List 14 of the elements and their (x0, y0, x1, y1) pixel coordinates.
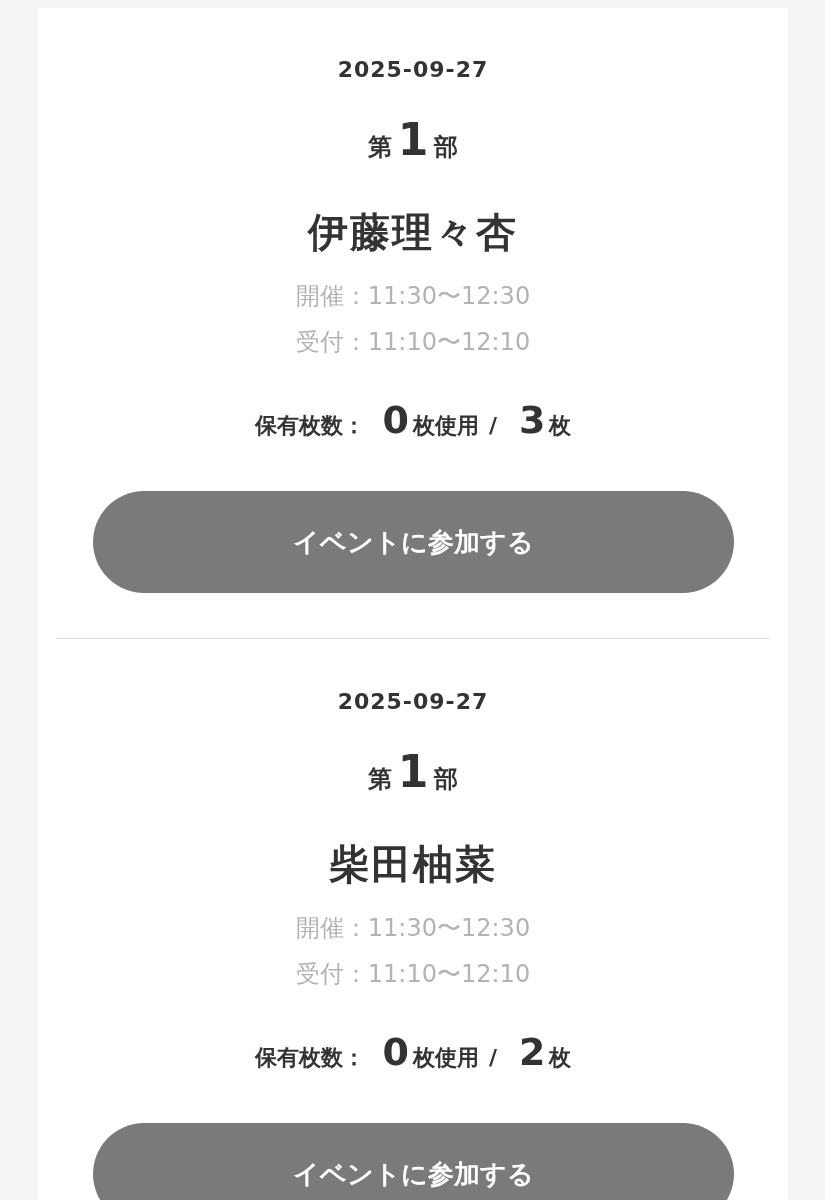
event-time: 開催：11:30〜12:30 (295, 281, 531, 312)
reception-time: 受付：11:10〜12:10 (295, 959, 531, 990)
session-part: 第 1 部 (367, 747, 459, 799)
event-date: 2025-09-27 (337, 56, 489, 84)
event-date: 2025-09-27 (337, 688, 489, 716)
ticket-count: 保有枚数： 0 枚使用 / 3 枚 (254, 397, 572, 444)
member-name: 伊藤理々杏 (308, 208, 518, 257)
join-event-button[interactable]: イベントに参加する (92, 491, 734, 593)
event-time: 開催：11:30〜12:30 (295, 913, 531, 944)
ticket-count: 保有枚数： 0 枚使用 / 2 枚 (254, 1029, 572, 1076)
join-event-button[interactable]: イベントに参加する (92, 1123, 734, 1200)
member-name: 柴田柚菜 (329, 840, 497, 889)
reception-time: 受付：11:10〜12:10 (295, 327, 531, 358)
session-part: 第 1 部 (367, 115, 459, 167)
